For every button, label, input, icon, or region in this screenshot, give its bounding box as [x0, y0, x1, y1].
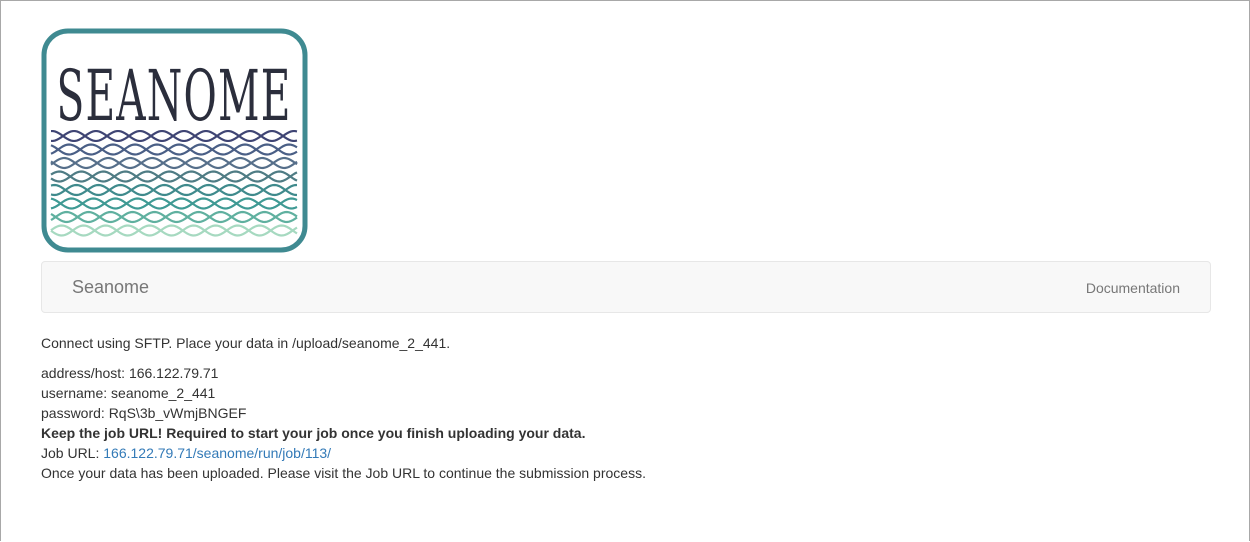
- job-url-link[interactable]: 166.122.79.71/seanome/run/job/113/: [103, 445, 331, 461]
- sftp-intro: Connect using SFTP. Place your data in /…: [41, 335, 451, 351]
- navbar-brand-link[interactable]: Seanome: [72, 277, 149, 297]
- logo-wordmark: SEANOME: [57, 55, 292, 137]
- job-url-line: Job URL: 166.122.79.71/seanome/run/job/1…: [41, 443, 1209, 463]
- job-url-label: Job URL:: [41, 445, 104, 461]
- job-url-warning: Keep the job URL! Required to start your…: [41, 425, 586, 441]
- seanome-logo-image: SEANOME: [41, 28, 308, 253]
- password: password: RqS\3b_vWmjBNGEF: [41, 405, 247, 421]
- username: username: seanome_2_441: [41, 385, 216, 401]
- final-note: Once your data has been uploaded. Please…: [41, 465, 646, 481]
- instructions: Connect using SFTP. Place your data in /…: [41, 333, 1209, 483]
- connection-details: address/host: 166.122.79.71 username: se…: [41, 363, 1209, 483]
- documentation-link[interactable]: Documentation: [1086, 278, 1180, 298]
- seanome-logo[interactable]: SEANOME: [41, 28, 308, 253]
- navbar: Seanome Documentation: [41, 261, 1211, 313]
- address-host: address/host: 166.122.79.71: [41, 365, 219, 381]
